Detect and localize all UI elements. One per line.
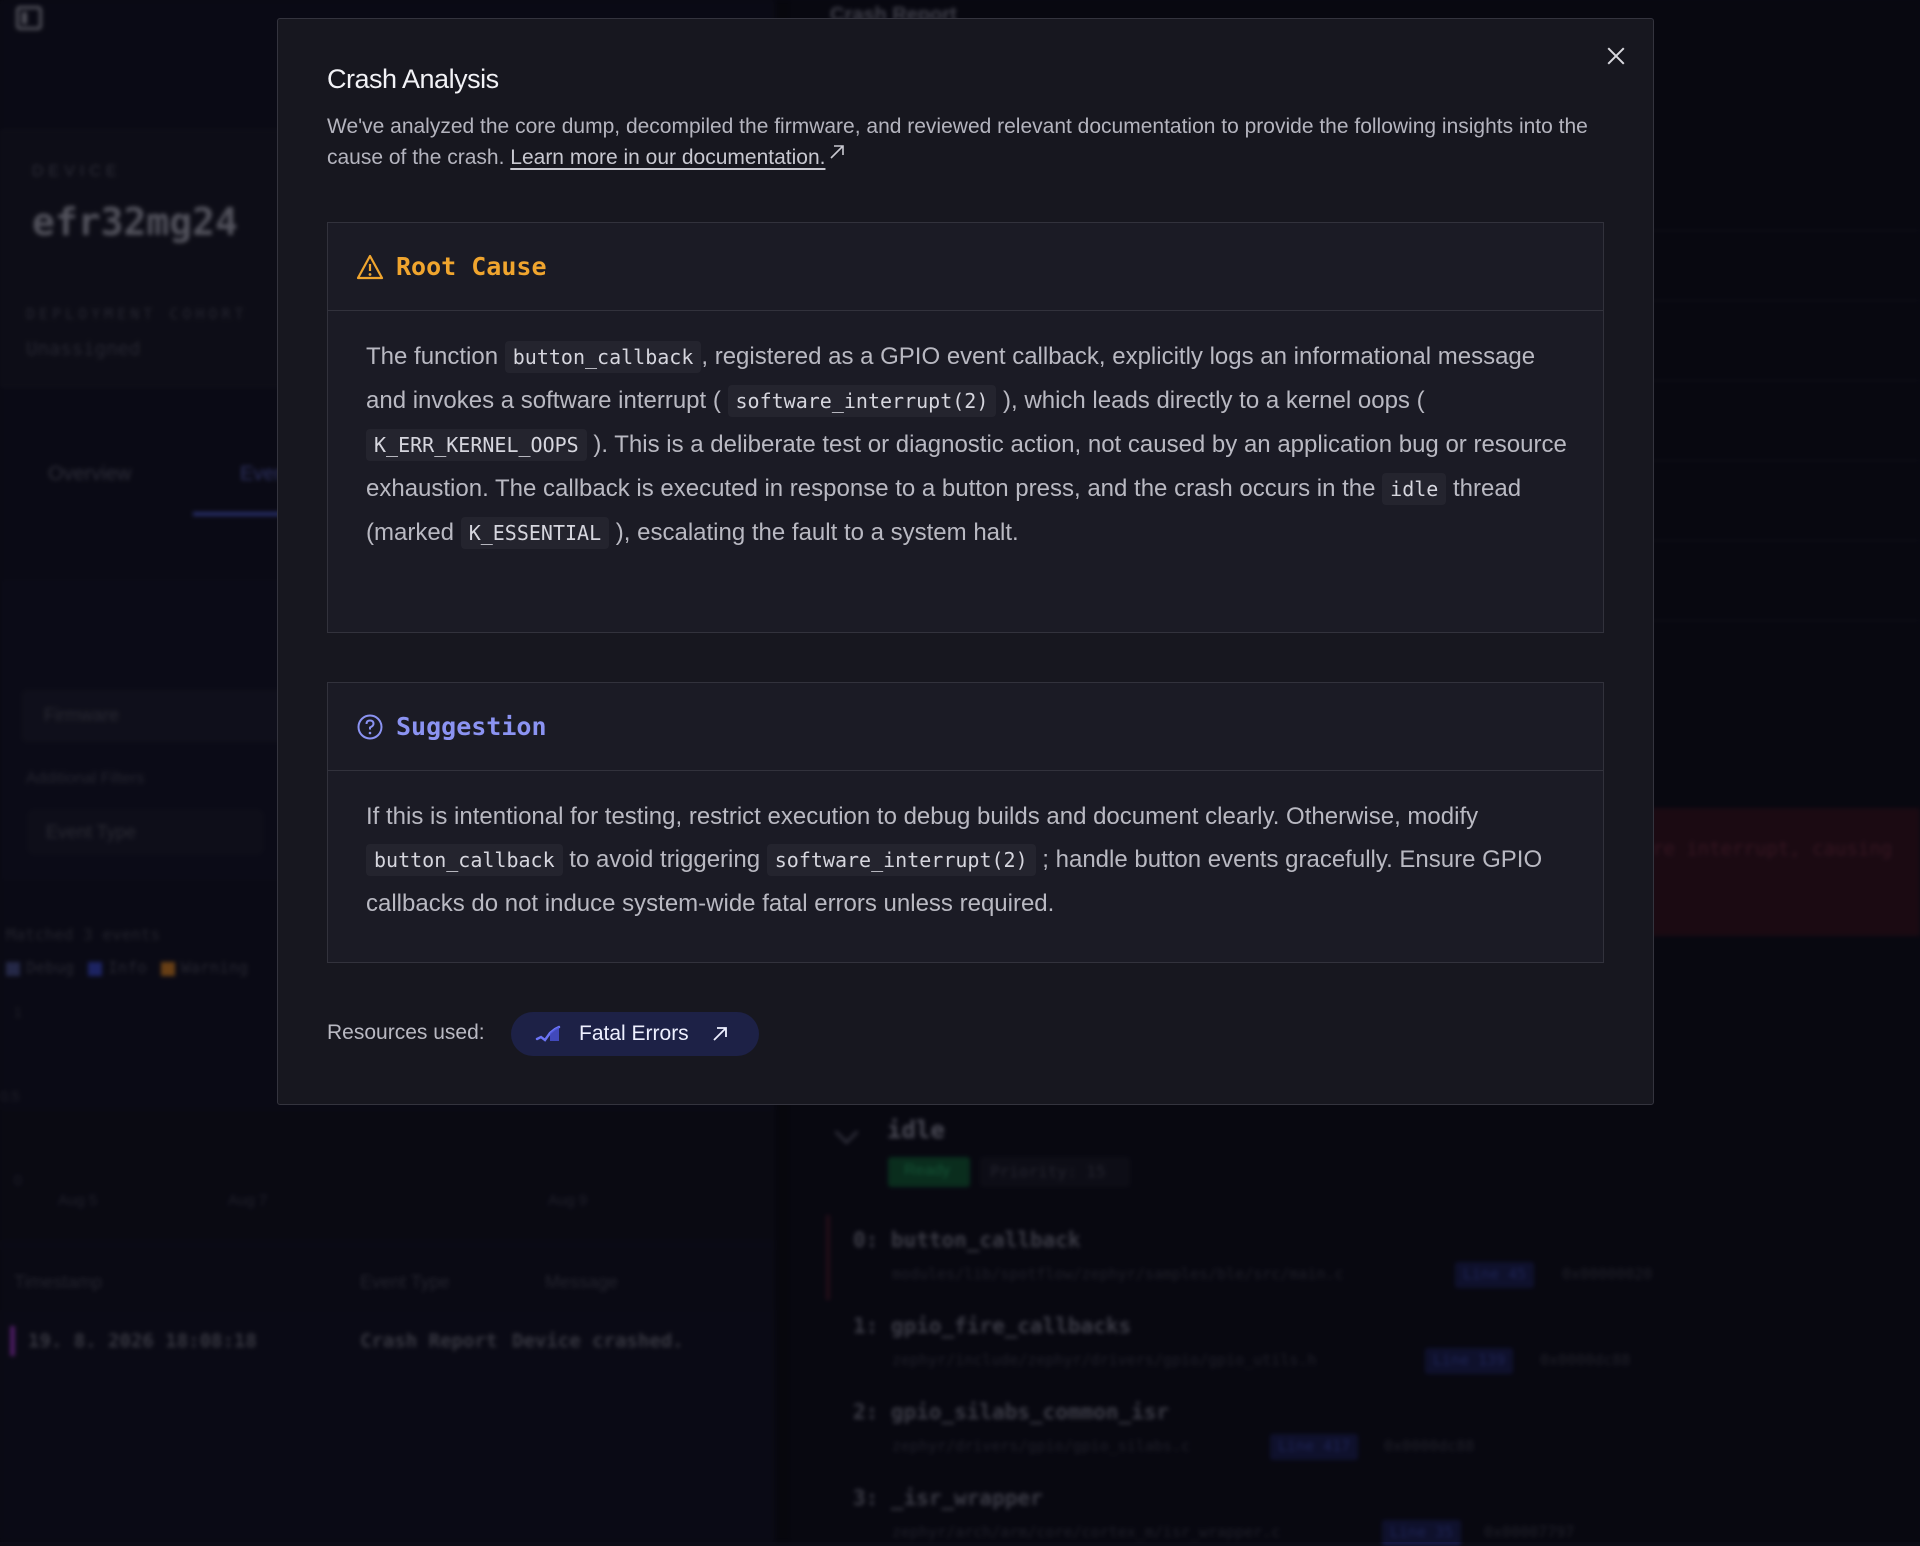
- root-cause-card: Root Cause The function button_callback,…: [327, 222, 1604, 633]
- inline-code: idle: [1382, 473, 1447, 505]
- root-cause-title: Root Cause: [396, 252, 547, 281]
- resource-chip-label: Fatal Errors: [579, 1022, 689, 1045]
- inline-code: button_callback: [366, 844, 563, 876]
- text-run: ), which leads directly to a kernel oops…: [996, 387, 1425, 414]
- resource-chip-fatal-errors[interactable]: Fatal Errors: [511, 1012, 759, 1056]
- inline-code: K_ESSENTIAL: [460, 517, 610, 549]
- text-run: If this is intentional for testing, rest…: [366, 803, 1479, 830]
- suggestion-text: If this is intentional for testing, rest…: [366, 795, 1576, 925]
- inline-code: software_interrupt(2): [766, 844, 1036, 876]
- text-run: to avoid triggering: [562, 846, 767, 873]
- inline-code: button_callback: [504, 341, 702, 373]
- suggestion-card: Suggestion If this is intentional for te…: [327, 682, 1604, 963]
- warning-icon: [356, 253, 384, 281]
- suggestion-title: Suggestion: [396, 712, 547, 741]
- dialog-description: We've analyzed the core dump, decompiled…: [327, 111, 1607, 173]
- text-run: The function: [366, 343, 505, 370]
- resources-label: Resources used:: [327, 1021, 485, 1044]
- question-circle-icon: [356, 713, 384, 741]
- inline-code: software_interrupt(2): [727, 385, 997, 417]
- external-link-icon[interactable]: [829, 144, 845, 159]
- chart-line-icon: [535, 1025, 561, 1043]
- suggestion-header: Suggestion: [328, 683, 1603, 771]
- documentation-link[interactable]: Learn more in our documentation.: [510, 146, 825, 169]
- inline-code: K_ERR_KERNEL_OOPS: [366, 429, 587, 461]
- close-icon[interactable]: [1604, 44, 1628, 68]
- dialog-title: Crash Analysis: [327, 64, 499, 94]
- root-cause-text: The function button_callback, registered…: [366, 335, 1576, 555]
- external-link-icon: [711, 1025, 729, 1043]
- text-run: ), escalating the fault to a system halt…: [609, 519, 1019, 546]
- root-cause-header: Root Cause: [328, 223, 1603, 311]
